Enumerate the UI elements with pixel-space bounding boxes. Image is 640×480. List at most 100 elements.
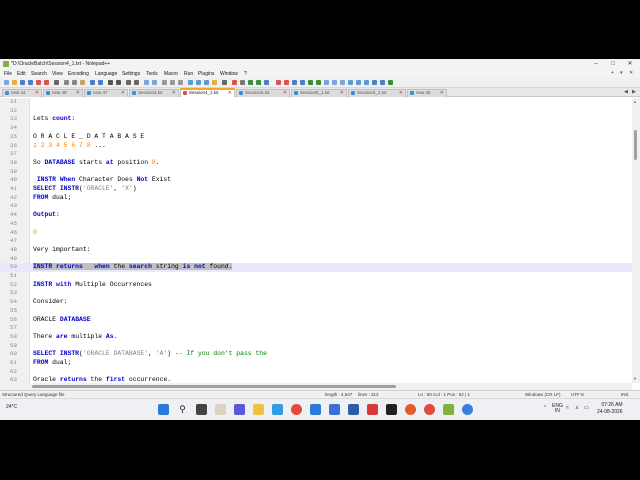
menu-macro[interactable]: Macro: [164, 71, 178, 77]
tool-icon-b[interactable]: [284, 80, 289, 85]
language-indicator[interactable]: ENG IN: [552, 404, 563, 414]
code-text[interactable]: Lets count:: [33, 115, 75, 124]
code-text[interactable]: FROM dual;: [33, 359, 71, 368]
close-document-icon[interactable]: ✕: [629, 70, 633, 76]
tab-session5-1[interactable]: Session5_1.txt ✕: [291, 89, 347, 97]
find-icon[interactable]: [108, 80, 113, 85]
menu-edit[interactable]: Edit: [17, 71, 26, 77]
open-file-icon[interactable]: [12, 80, 17, 85]
tool-icon-f[interactable]: [316, 80, 321, 85]
tool-icon-i[interactable]: [340, 80, 345, 85]
code-line[interactable]: 39: [0, 168, 632, 177]
tool-icon-h[interactable]: [332, 80, 337, 85]
code-line[interactable]: 58 There are multiple As.: [0, 333, 632, 342]
status-eol[interactable]: Windows (CR LF): [525, 392, 561, 397]
code-line[interactable]: 33 Lets count:: [0, 115, 632, 124]
record-macro-icon[interactable]: [232, 80, 237, 85]
code-line[interactable]: 48 Very important:: [0, 246, 632, 255]
cut-icon[interactable]: [64, 80, 69, 85]
code-text[interactable]: FROM dual;: [33, 194, 71, 203]
zoom-out-icon[interactable]: [134, 80, 139, 85]
close-button[interactable]: ✕: [622, 59, 638, 70]
show-all-chars-icon[interactable]: [170, 80, 175, 85]
status-insert-mode[interactable]: INS: [621, 392, 629, 397]
doc-map-icon[interactable]: [196, 80, 201, 85]
code-line[interactable]: 34: [0, 124, 632, 133]
weather-widget[interactable]: 24°C: [6, 404, 17, 410]
menu-search[interactable]: Search: [31, 71, 47, 77]
close-tab-icon[interactable]: ✕: [228, 90, 232, 96]
code-line[interactable]: 55: [0, 307, 632, 316]
code-line[interactable]: 62: [0, 368, 632, 377]
code-line[interactable]: 41 SELECT INSTR('ORACLE', 'X'): [0, 185, 632, 194]
edge-icon[interactable]: [272, 404, 283, 415]
close-tab-icon[interactable]: ✕: [172, 90, 176, 96]
replace-icon[interactable]: [116, 80, 121, 85]
code-line[interactable]: 35 O R A C L E _ D A T A B A S E: [0, 133, 632, 142]
code-line[interactable]: 57: [0, 324, 632, 333]
code-text[interactable]: INSTR returns when the search string is …: [33, 263, 233, 272]
code-text[interactable]: SELECT INSTR('ORACLE DATABASE', 'A') -- …: [33, 350, 267, 359]
file-explorer-icon[interactable]: [253, 404, 264, 415]
tab-session3[interactable]: Session3.txt ✕: [129, 89, 179, 97]
folder-workspace-icon[interactable]: [212, 80, 217, 85]
close-file-icon[interactable]: [36, 80, 41, 85]
code-line[interactable]: 40 INSTR When Character Does Not Exist: [0, 176, 632, 185]
horizontal-scroll-thumb[interactable]: [32, 385, 396, 388]
vertical-scrollbar[interactable]: ▲ ▼: [632, 98, 640, 383]
chrome-profile-icon[interactable]: [424, 404, 435, 415]
close-tab-icon[interactable]: ✕: [340, 90, 344, 96]
tab-new-47[interactable]: new 47 ✕: [84, 89, 128, 97]
scroll-up-icon[interactable]: ▲: [633, 99, 637, 104]
code-line[interactable]: 45: [0, 220, 632, 229]
stop-macro-icon[interactable]: [240, 80, 245, 85]
code-text[interactable]: INSTR with Multiple Occurrences: [33, 281, 152, 290]
search-icon[interactable]: ⚲: [177, 404, 188, 415]
save-all-icon[interactable]: [28, 80, 33, 85]
menu-help[interactable]: ?: [244, 71, 247, 77]
save-icon[interactable]: [20, 80, 25, 85]
code-line[interactable]: 43: [0, 202, 632, 211]
sync-h-icon[interactable]: [152, 80, 157, 85]
close-tab-icon[interactable]: ✕: [35, 90, 39, 96]
menu-view[interactable]: View: [52, 71, 63, 77]
redo-icon[interactable]: [98, 80, 103, 85]
zoom-icon[interactable]: [462, 404, 473, 415]
teams-icon[interactable]: [234, 404, 245, 415]
save-macro-icon[interactable]: [264, 80, 269, 85]
tab-new-44[interactable]: new 44 ✕: [2, 89, 42, 97]
code-line[interactable]: 60 SELECT INSTR('ORACLE DATABASE', 'A') -…: [0, 350, 632, 359]
close-tab-icon[interactable]: ✕: [76, 90, 80, 96]
code-line[interactable]: 38 So DATABASE starts at position 8.: [0, 159, 632, 168]
windows-start-icon[interactable]: [158, 404, 169, 415]
tool-icon-m[interactable]: [372, 80, 377, 85]
function-list-icon[interactable]: [204, 80, 209, 85]
lang-icon[interactable]: [188, 80, 193, 85]
code-line[interactable]: 61 FROM dual;: [0, 359, 632, 368]
code-text[interactable]: Output:: [33, 211, 60, 220]
menu-language[interactable]: Language: [95, 71, 117, 77]
widgets-icon[interactable]: [215, 404, 226, 415]
code-line[interactable]: 46 0: [0, 229, 632, 238]
code-line[interactable]: 54 Consider:: [0, 298, 632, 307]
code-text[interactable]: Consider:: [33, 298, 68, 307]
new-tab-icon[interactable]: +: [611, 70, 614, 76]
code-text[interactable]: INSTR When Character Does Not Exist: [33, 176, 171, 185]
close-tab-icon[interactable]: ✕: [121, 90, 125, 96]
tool-icon-c[interactable]: [292, 80, 297, 85]
tab-scroll-right-icon[interactable]: ▶: [632, 89, 636, 95]
tool-icon-e[interactable]: [308, 80, 313, 85]
code-line[interactable]: 44 Output:: [0, 211, 632, 220]
menu-tools[interactable]: Tools: [146, 71, 158, 77]
code-text[interactable]: So DATABASE starts at position 8.: [33, 159, 160, 168]
code-text[interactable]: Oracle returns the first occurrence.: [33, 376, 171, 383]
tray-chevron-icon[interactable]: ⌃: [543, 405, 547, 411]
word-wrap-icon[interactable]: [162, 80, 167, 85]
sql-developer-icon[interactable]: [348, 404, 359, 415]
menu-run[interactable]: Run: [184, 71, 193, 77]
code-line[interactable]: 32: [0, 107, 632, 116]
battery-icon[interactable]: ▭: [584, 405, 589, 411]
code-text[interactable]: 0: [33, 229, 37, 238]
code-line[interactable]: 51: [0, 272, 632, 281]
chrome-icon[interactable]: [291, 404, 302, 415]
